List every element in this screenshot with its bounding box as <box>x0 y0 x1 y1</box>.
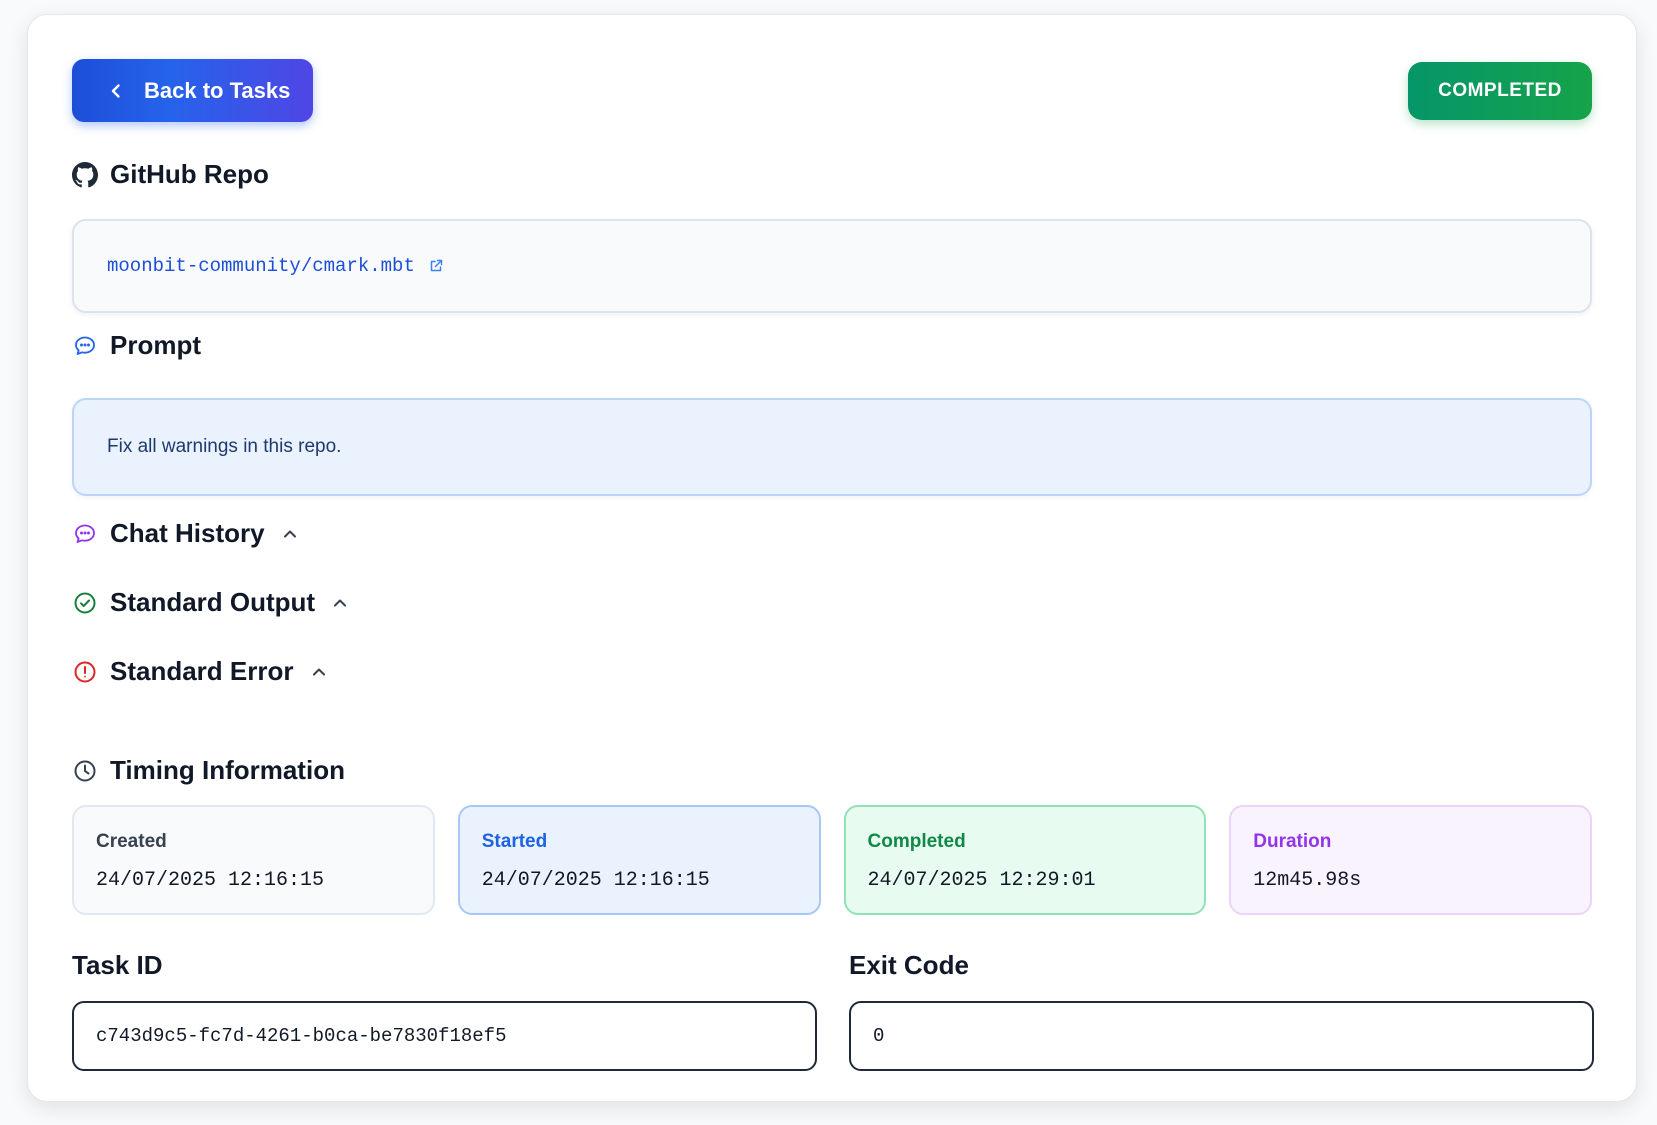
exit-code-label: Exit Code <box>849 950 969 980</box>
chevron-up-icon <box>312 668 325 675</box>
prompt-box: Fix all warnings in this repo. <box>72 398 1592 496</box>
standard-output-title: Standard Output <box>110 587 316 617</box>
external-link-icon <box>430 259 443 272</box>
task-id-field[interactable] <box>72 1001 817 1071</box>
completed-card: Completed 24/07/2025 12:29:01 <box>843 805 1207 915</box>
duration-card: Duration 12m45.98s <box>1229 805 1592 915</box>
duration-value: 12m45.98s <box>1253 869 1362 892</box>
chevron-up-icon <box>334 599 347 606</box>
chat-history-title: Chat History <box>110 518 265 548</box>
chat-history-toggle[interactable]: Chat History <box>72 518 299 549</box>
repo-box: moonbit-community/cmark.mbt <box>72 219 1592 313</box>
chevron-up-icon <box>283 530 296 537</box>
back-to-tasks-button[interactable]: Back to Tasks <box>72 59 313 122</box>
prompt-text: Fix all warnings in this repo. <box>107 436 342 457</box>
started-card: Started 24/07/2025 12:16:15 <box>457 805 821 915</box>
completed-value: 24/07/2025 12:29:01 <box>867 869 1096 892</box>
duration-label: Duration <box>1253 831 1332 852</box>
completed-label: Completed <box>867 831 966 852</box>
standard-error-title: Standard Error <box>110 656 294 686</box>
back-to-tasks-label: Back to Tasks <box>144 77 291 103</box>
check-circle-icon <box>72 590 98 616</box>
timing-information-heading: Timing Information <box>72 755 345 786</box>
github-repo-heading: GitHub Repo <box>72 159 269 190</box>
chevron-left-icon <box>111 83 120 98</box>
timing-cards: Created 24/07/2025 12:16:15 Started 24/0… <box>72 805 1592 915</box>
standard-output-toggle[interactable]: Standard Output <box>72 587 349 618</box>
started-value: 24/07/2025 12:16:15 <box>481 869 710 892</box>
clock-icon <box>72 758 98 784</box>
exit-code-field[interactable] <box>849 1001 1594 1071</box>
standard-error-toggle[interactable]: Standard Error <box>72 656 328 687</box>
created-value: 24/07/2025 12:16:15 <box>96 869 325 892</box>
chat-bubble-icon <box>72 521 98 547</box>
prompt-title: Prompt <box>110 330 201 360</box>
started-label: Started <box>481 831 548 852</box>
repo-name: moonbit-community/cmark.mbt <box>107 255 415 277</box>
created-label: Created <box>96 831 167 852</box>
created-card: Created 24/07/2025 12:16:15 <box>72 805 435 915</box>
task-detail-card: Back to Tasks COMPLETED GitHub Repo moon… <box>27 14 1637 1102</box>
chat-bubble-icon <box>72 333 98 359</box>
github-repo-title: GitHub Repo <box>110 159 269 189</box>
github-icon <box>72 161 98 188</box>
alert-circle-icon <box>72 659 98 685</box>
timing-information-title: Timing Information <box>110 755 345 785</box>
repo-link[interactable]: moonbit-community/cmark.mbt <box>107 255 443 277</box>
task-id-label: Task ID <box>72 950 163 980</box>
prompt-heading: Prompt <box>72 330 201 361</box>
status-badge: COMPLETED <box>1408 62 1592 120</box>
